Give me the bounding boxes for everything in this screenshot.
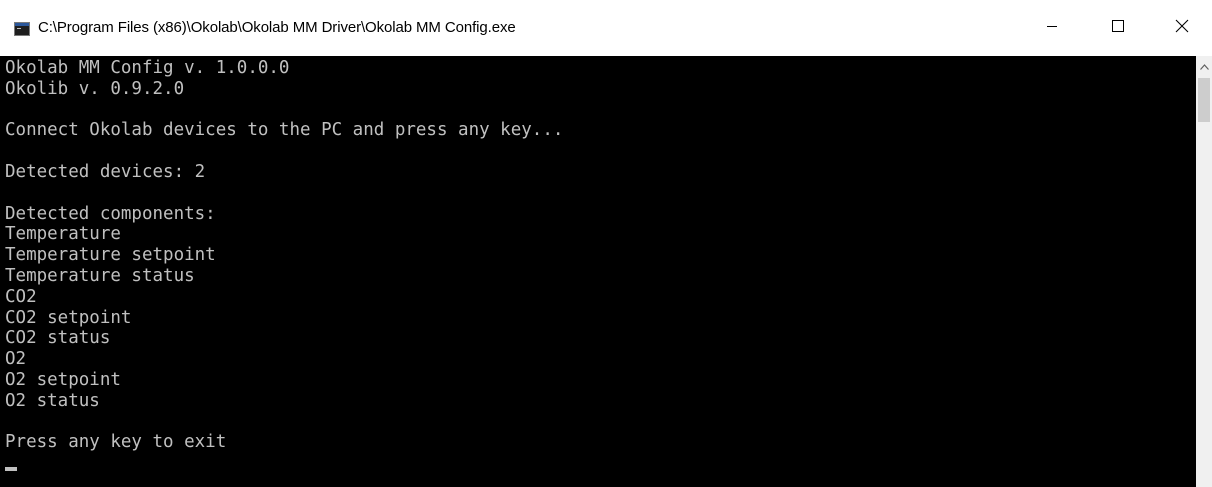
console-line: Temperature <box>5 224 121 245</box>
scrollbar-thumb[interactable] <box>1198 78 1210 122</box>
console-line: CO2 setpoint <box>5 307 132 328</box>
console-line: Okolab MM Config v. 1.0.0.0 <box>5 58 290 78</box>
console-window: C:\Program Files (x86)\Okolab\Okolab MM … <box>0 0 1212 487</box>
close-icon <box>1174 18 1190 39</box>
console-line: Temperature setpoint <box>5 245 216 266</box>
console-line: Connect Okolab devices to the PC and pre… <box>5 120 564 141</box>
vertical-scrollbar[interactable] <box>1196 56 1212 487</box>
console-line: CO2 status <box>5 328 111 349</box>
text-cursor <box>5 467 17 471</box>
close-button[interactable] <box>1150 0 1212 56</box>
title-bar[interactable]: C:\Program Files (x86)\Okolab\Okolab MM … <box>0 0 1212 56</box>
console-line: Press any key to exit <box>5 432 227 453</box>
console-icon[interactable] <box>14 22 30 36</box>
console-line: Detected devices: 2 <box>5 161 206 182</box>
console-line: O2 status <box>5 390 100 411</box>
chevron-up-icon <box>1199 57 1209 75</box>
maximize-button[interactable] <box>1086 0 1150 56</box>
console-line: O2 <box>5 349 27 370</box>
window-title: C:\Program Files (x86)\Okolab\Okolab MM … <box>38 19 516 36</box>
console-line: O2 setpoint <box>5 369 121 390</box>
minimize-icon <box>1046 19 1058 37</box>
console-output[interactable]: Okolab MM Config v. 1.0.0.0 Okolib v. 0.9… <box>0 56 1196 487</box>
scroll-up-button[interactable] <box>1196 56 1212 76</box>
maximize-icon <box>1111 19 1125 38</box>
console-line: Okolib v. 0.9.2.0 <box>5 78 185 99</box>
console-line: Temperature status <box>5 265 195 286</box>
console-line: Detected components: <box>5 203 216 224</box>
minimize-button[interactable] <box>1020 0 1084 56</box>
console-text: Okolab MM Config v. 1.0.0.0 Okolib v. 0.9… <box>5 58 563 453</box>
console-line: CO2 <box>5 286 37 307</box>
